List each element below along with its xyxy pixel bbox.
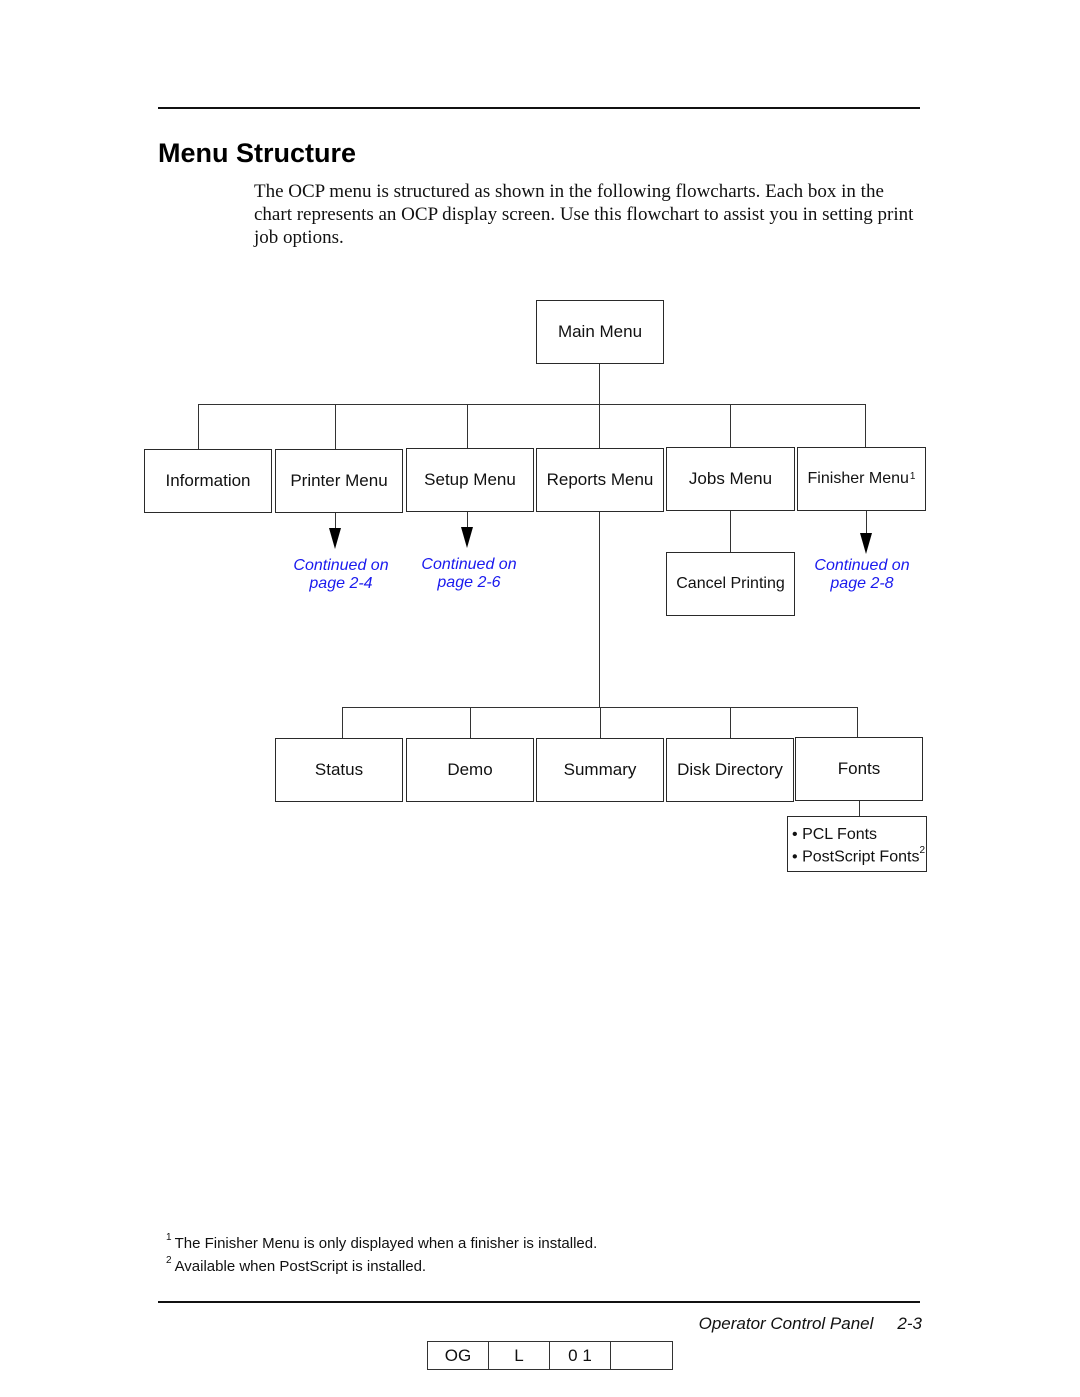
- footnote: 1 The Finisher Menu is only displayed whe…: [166, 1232, 598, 1252]
- disk-directory-label: Disk Directory: [677, 760, 783, 779]
- jobs-menu-box: Jobs Menu: [666, 447, 795, 511]
- summary-label: Summary: [563, 760, 637, 779]
- setup-menu-label: Setup Menu: [424, 470, 516, 489]
- cancel-printing-label: Cancel Printing: [676, 575, 785, 592]
- footnote-number: 1: [166, 1232, 172, 1243]
- arrow-line: [335, 513, 336, 529]
- footer-section-title: Operator Control Panel: [698, 1314, 874, 1333]
- connector-line: [865, 404, 866, 447]
- footer-rule: [158, 1301, 920, 1303]
- disk-directory-box: Disk Directory: [666, 738, 794, 802]
- code-cell: 0 1: [550, 1342, 611, 1369]
- fonts-label: Fonts: [837, 759, 881, 778]
- information-box: Information: [144, 449, 272, 513]
- continued-page[interactable]: page 2-8: [792, 575, 932, 593]
- continued-page[interactable]: page 2-6: [399, 574, 539, 592]
- continued-page[interactable]: page 2-4: [271, 575, 411, 593]
- setup-menu-box: Setup Menu: [406, 448, 534, 512]
- footnote: 2 Available when PostScript is installed.: [166, 1255, 427, 1275]
- connector-line: [599, 512, 600, 707]
- printer-menu-label: Printer Menu: [290, 471, 388, 490]
- document-code-table: OG L 0 1: [427, 1341, 673, 1370]
- pcl-fonts-label: PCL Fonts: [802, 826, 878, 843]
- footnote-text: The Finisher Menu is only displayed when…: [174, 1235, 598, 1252]
- connector-line: [857, 707, 858, 737]
- connector-line: [335, 404, 336, 449]
- continued-text[interactable]: Continued on: [792, 557, 932, 575]
- code-cell: L: [489, 1342, 550, 1369]
- main-menu-box: Main Menu: [536, 300, 664, 364]
- status-box: Status: [275, 738, 403, 802]
- arrow-down-icon: [461, 527, 473, 548]
- intro-line: chart represents an OCP display screen. …: [254, 204, 914, 225]
- bullet-icon: •: [792, 826, 798, 843]
- connector-line: [859, 801, 860, 816]
- connector-line: [342, 707, 343, 738]
- demo-label: Demo: [447, 760, 493, 779]
- continued-link-setup[interactable]: Continued on page 2-6: [399, 556, 539, 592]
- arrow-line: [467, 512, 468, 528]
- connector-line: [599, 404, 600, 448]
- jobs-menu-label: Jobs Menu: [688, 469, 773, 488]
- connector-line: [599, 364, 600, 404]
- reports-menu-box: Reports Menu: [536, 448, 664, 512]
- printer-menu-box: Printer Menu: [275, 449, 403, 513]
- footnote-text: Available when PostScript is installed.: [174, 1258, 427, 1275]
- header-rule: [158, 107, 920, 109]
- continued-text[interactable]: Continued on: [271, 557, 411, 575]
- footnote-marker: 1: [909, 470, 916, 482]
- connector-line: [600, 707, 601, 738]
- bullet-icon: •: [792, 848, 798, 866]
- footer-running-head: Operator Control Panel 2-3: [699, 1314, 922, 1334]
- main-menu-label: Main Menu: [557, 322, 643, 341]
- demo-box: Demo: [406, 738, 534, 802]
- connector-line: [730, 707, 731, 738]
- intro-line: job options.: [254, 227, 344, 248]
- fonts-submenu-box: • PCL Fonts • PostScript Fonts2: [787, 816, 927, 872]
- summary-box: Summary: [536, 738, 664, 802]
- status-label: Status: [314, 760, 364, 779]
- intro-paragraph: The OCP menu is structured as shown in t…: [254, 180, 913, 249]
- information-label: Information: [165, 471, 251, 490]
- intro-line: The OCP menu is structured as shown in t…: [254, 181, 884, 202]
- finisher-menu-box: Finisher Menu 1: [797, 447, 926, 511]
- arrow-down-icon: [329, 528, 341, 549]
- code-cell: OG: [428, 1342, 489, 1369]
- arrow-down-icon: [860, 533, 872, 554]
- footnote-marker: 2: [919, 845, 925, 856]
- continued-text[interactable]: Continued on: [399, 556, 539, 574]
- arrow-line: [866, 511, 867, 534]
- footnote-number: 2: [166, 1255, 172, 1266]
- fonts-box: Fonts: [795, 737, 923, 801]
- connector-line: [198, 404, 866, 405]
- reports-menu-label: Reports Menu: [546, 470, 654, 489]
- fonts-submenu-item: • PostScript Fonts2: [792, 844, 926, 866]
- connector-line: [730, 404, 731, 447]
- finisher-menu-label: Finisher Menu: [807, 470, 909, 487]
- connector-line: [198, 404, 199, 449]
- page-number: 2-3: [897, 1314, 922, 1333]
- fonts-submenu-item: • PCL Fonts: [792, 826, 926, 844]
- connector-line: [470, 707, 471, 738]
- continued-link-printer[interactable]: Continued on page 2-4: [271, 557, 411, 593]
- connector-line: [467, 404, 468, 448]
- page-title: Menu Structure: [158, 138, 357, 168]
- code-cell: [611, 1342, 672, 1369]
- cancel-printing-box: Cancel Printing: [666, 552, 795, 616]
- postscript-fonts-label: PostScript Fonts: [802, 848, 920, 866]
- connector-line: [730, 511, 731, 552]
- continued-link-finisher[interactable]: Continued on page 2-8: [792, 557, 932, 593]
